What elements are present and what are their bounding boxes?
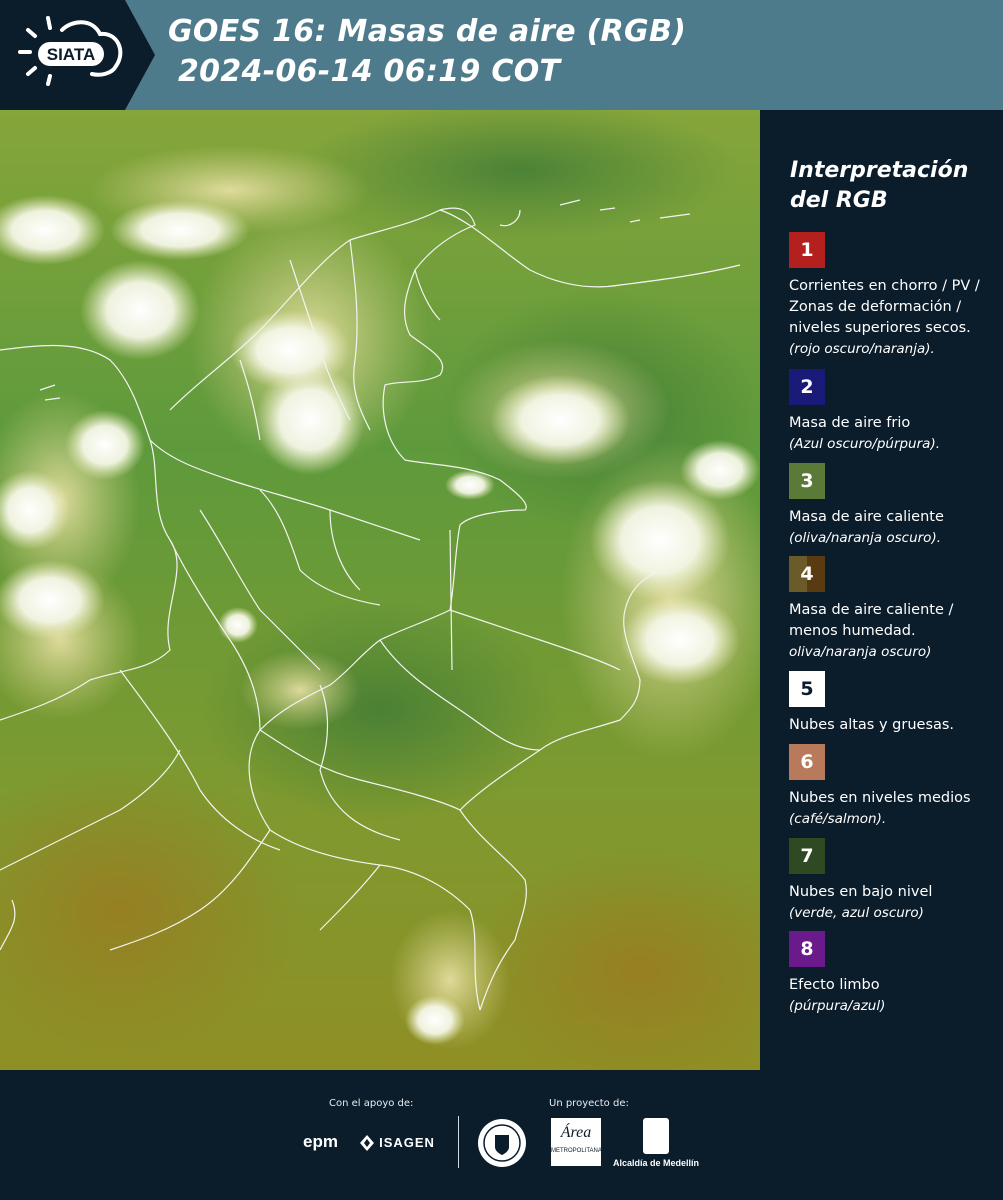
isagen-mark-icon	[360, 1134, 374, 1151]
legend-text-1: Corrientes en chorro / PV / Zonas de def…	[789, 278, 980, 336]
siata-logo: SIATA	[0, 0, 155, 110]
legend-swatch-7: 7	[789, 838, 825, 874]
legend-label-1: Corrientes en chorro / PV / Zonas de def…	[789, 276, 989, 360]
isagen-logo: ISAGEN	[360, 1132, 435, 1151]
satellite-map	[0, 110, 760, 1070]
brand-text: SIATA	[47, 45, 95, 64]
legend-swatch-5: 5	[789, 671, 825, 707]
area-logo-subtext: METROPOLITANA	[551, 1148, 602, 1154]
legend-note-2: (Azul oscuro/púrpura).	[789, 436, 940, 452]
legend-text-6: Nubes en niveles medios	[789, 790, 971, 806]
seal-icon	[483, 1124, 521, 1162]
legend-heading-line2: del RGB	[790, 188, 888, 213]
legend-note-6: (café/salmon).	[789, 811, 887, 827]
legend-item-5: 5 Nubes altas y gruesas.	[789, 671, 989, 736]
legend-text-8: Efecto limbo	[789, 977, 880, 993]
area-logo-text: Área	[560, 1124, 592, 1141]
legend-label-3: Masa de aire caliente (oliva/naranja osc…	[789, 507, 989, 549]
legend-item-6: 6 Nubes en niveles medios (café/salmon).	[789, 744, 989, 830]
area-metropolitana-logo: Área METROPOLITANA	[551, 1118, 602, 1166]
sun-cloud-icon: SIATA	[18, 16, 123, 86]
legend-item-2: 2 Masa de aire frio (Azul oscuro/púrpura…	[789, 369, 989, 455]
legend-text-3: Masa de aire caliente	[789, 509, 944, 525]
legend-panel: Interpretación del RGB 1 Corrientes en c…	[760, 110, 1003, 1070]
legend-note-1: (rojo oscuro/naranja).	[789, 341, 935, 357]
legend-item-4: 4 Masa de aire caliente / menos humedad.…	[789, 556, 989, 663]
legend-item-7: 7 Nubes en bajo nivel (verde, azul oscur…	[789, 838, 989, 924]
legend-note-4: oliva/naranja oscuro)	[789, 644, 932, 660]
legend-label-7: Nubes en bajo nivel (verde, azul oscuro)	[789, 882, 989, 924]
legend-swatch-8: 8	[789, 931, 825, 967]
support-caption: Con el apoyo de:	[329, 1098, 414, 1109]
footer: Con el apoyo de: Un proyecto de: epm ISA…	[0, 1070, 1003, 1200]
project-caption: Un proyecto de:	[549, 1098, 629, 1109]
legend-heading-line1: Interpretación	[790, 158, 969, 183]
legend-note-7: (verde, azul oscuro)	[789, 905, 924, 921]
legend-item-1: 1 Corrientes en chorro / PV / Zonas de d…	[789, 232, 989, 360]
legend-note-3: (oliva/naranja oscuro).	[789, 530, 942, 546]
legend-swatch-2: 2	[789, 369, 825, 405]
footer-divider	[458, 1116, 459, 1168]
legend-text-7: Nubes en bajo nivel	[789, 884, 933, 900]
header-bar: SIATA GOES 16: Masas de aire (RGB) 2024-…	[0, 0, 1003, 110]
legend-swatch-1: 1	[789, 232, 825, 268]
university-seal-logo	[478, 1119, 526, 1167]
legend-label-2: Masa de aire frio (Azul oscuro/púrpura).	[789, 413, 989, 455]
legend-label-8: Efecto limbo (púrpura/azul)	[789, 975, 989, 1017]
legend-swatch-6: 6	[789, 744, 825, 780]
legend-heading: Interpretación del RGB	[790, 156, 990, 216]
legend-label-4: Masa de aire caliente / menos humedad. o…	[789, 600, 989, 663]
legend-text-5: Nubes altas y gruesas.	[789, 717, 955, 733]
page-timestamp: 2024-06-14 06:19 COT	[178, 54, 561, 89]
epm-logo: epm	[303, 1132, 338, 1151]
medellin-logo-text: Alcaldía de Medellín	[613, 1158, 700, 1168]
legend-item-8: 8 Efecto limbo (púrpura/azul)	[789, 931, 989, 1017]
legend-note-8: (púrpura/azul)	[789, 998, 886, 1014]
legend-text-4: Masa de aire caliente / menos humedad.	[789, 602, 954, 639]
page-title: GOES 16: Masas de aire (RGB)	[168, 14, 687, 49]
legend-label-6: Nubes en niveles medios (café/salmon).	[789, 788, 989, 830]
isagen-text: ISAGEN	[379, 1135, 435, 1150]
medellin-crest-icon	[643, 1118, 669, 1154]
legend-item-3: 3 Masa de aire caliente (oliva/naranja o…	[789, 463, 989, 549]
legend-swatch-4: 4	[789, 556, 825, 592]
legend-text-2: Masa de aire frio	[789, 415, 911, 431]
legend-label-5: Nubes altas y gruesas.	[789, 715, 989, 736]
legend-swatch-3: 3	[789, 463, 825, 499]
